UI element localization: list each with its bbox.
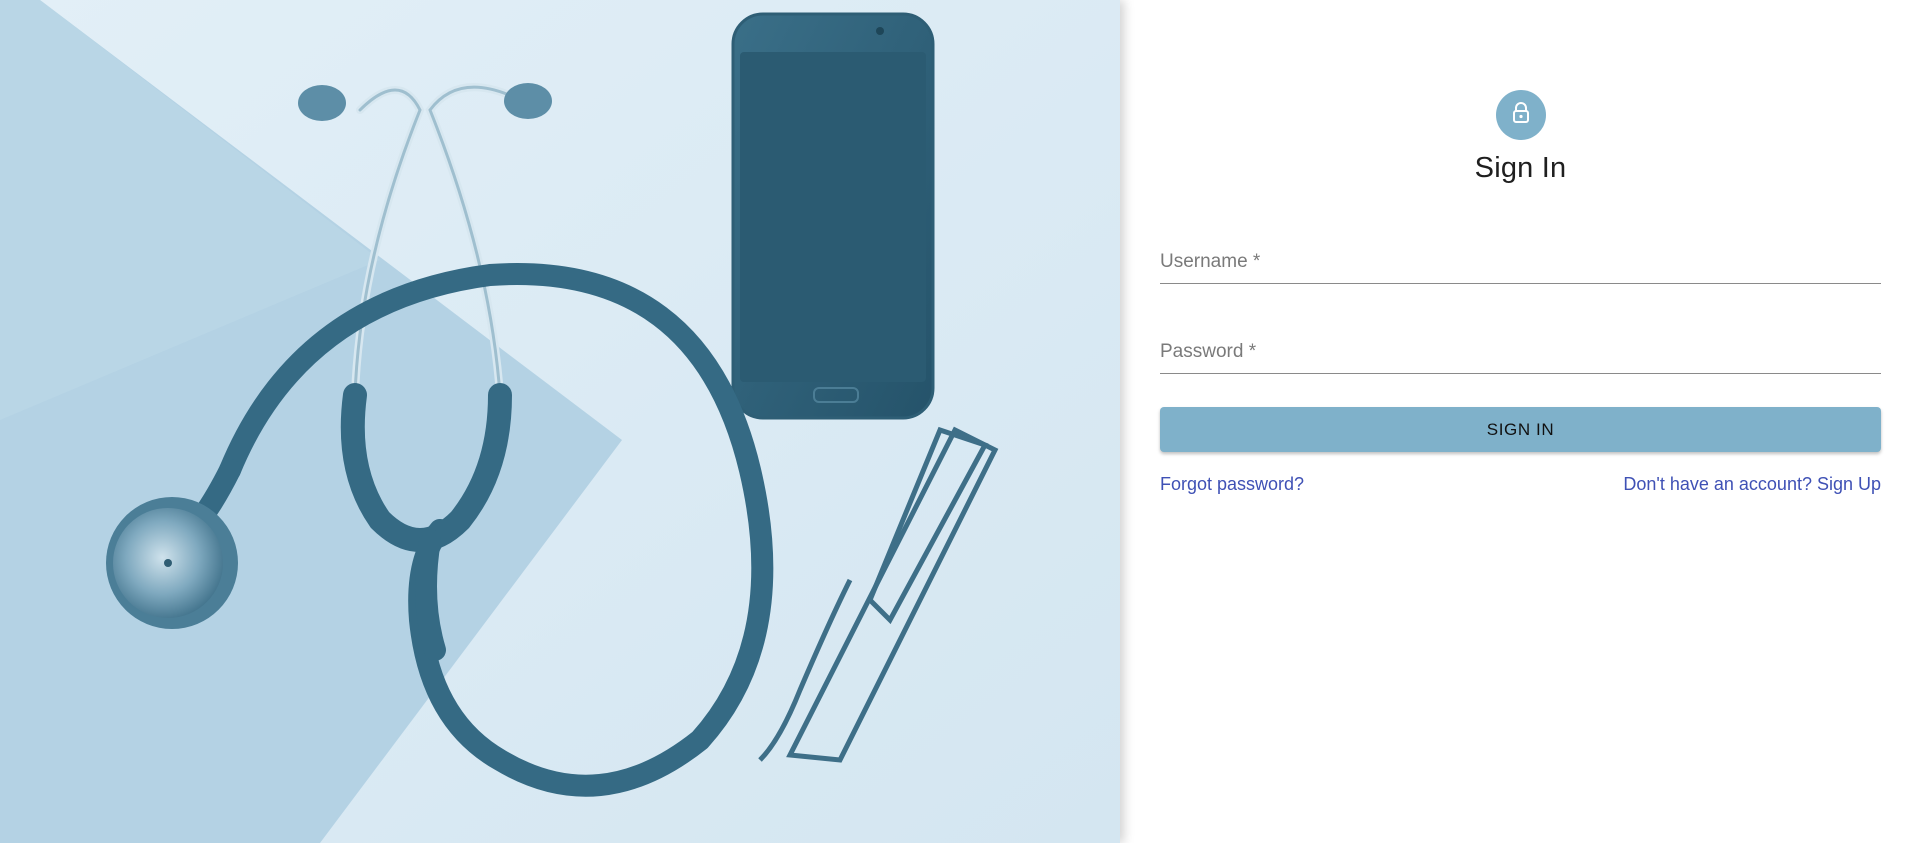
page-title: Sign In [1474, 152, 1567, 184]
username-underline [1160, 283, 1881, 284]
password-input[interactable] [1160, 335, 1885, 367]
signin-button[interactable]: SIGN IN [1160, 407, 1881, 452]
login-page: Sign In Username * Password * SIGN IN Fo… [0, 0, 1920, 843]
username-field[interactable]: Username * [1160, 215, 1885, 305]
username-input[interactable] [1160, 245, 1885, 277]
password-underline [1160, 373, 1881, 374]
signin-form: Sign In Username * Password * SIGN IN Fo… [1160, 90, 1885, 495]
auth-links: Forgot password? Don't have an account? … [1160, 474, 1881, 495]
forgot-password-link[interactable]: Forgot password? [1160, 474, 1304, 495]
lock-icon [1509, 101, 1533, 130]
stethoscope-photo-illustration [0, 0, 1120, 843]
signup-link[interactable]: Don't have an account? Sign Up [1623, 474, 1881, 495]
hero-image [0, 0, 1120, 843]
phone-shape [731, 12, 935, 420]
signin-panel: Sign In Username * Password * SIGN IN Fo… [1120, 0, 1920, 843]
lock-avatar [1495, 90, 1546, 140]
password-field[interactable]: Password * [1160, 305, 1885, 395]
